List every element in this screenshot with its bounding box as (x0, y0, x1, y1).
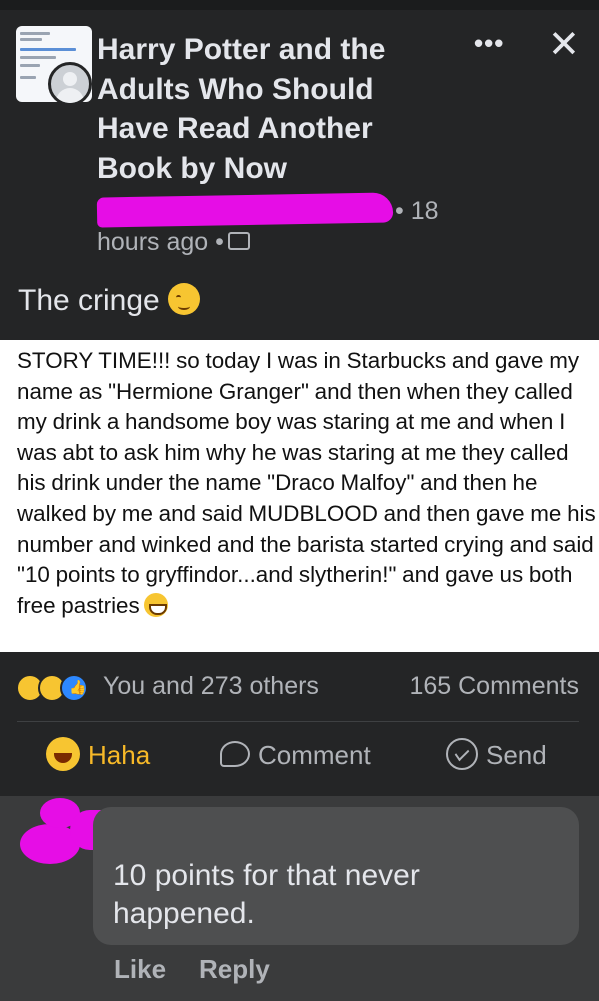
timestamp-text: hours ago • (97, 228, 224, 256)
comment-icon (220, 741, 250, 768)
post-meta: • 18 (96, 192, 577, 228)
divider (17, 721, 579, 722)
haha-label: Haha (88, 740, 151, 770)
comment-label: Comment (258, 740, 371, 770)
comment-count[interactable]: 165 Comments (409, 672, 579, 701)
timestamp[interactable]: hours ago • (97, 228, 250, 257)
comment-like-link[interactable]: Like (114, 954, 166, 985)
screenshot-text-content: STORY TIME!!! so today I was in Starbuck… (17, 348, 596, 618)
comment-button[interactable]: Comment (220, 740, 371, 780)
redaction-scribble (96, 192, 394, 228)
more-dots-icon[interactable]: ••• (474, 28, 504, 59)
comment-bubble[interactable]: 10 points for that never happened. (93, 807, 579, 945)
woozy-face-icon (167, 283, 200, 316)
comment-text: 10 points for that never happened. (113, 859, 420, 930)
post-text-content: The cringe (18, 284, 160, 317)
comments-section: 10 points for that never happened. Like … (0, 796, 599, 1001)
send-label: Send (486, 740, 547, 770)
comment-reply-link[interactable]: Reply (199, 954, 270, 985)
messenger-icon (446, 738, 478, 771)
haha-button[interactable]: Haha (46, 737, 151, 780)
avatar[interactable] (48, 62, 92, 106)
haha-icon (46, 737, 80, 772)
grinning-face-icon (143, 592, 168, 617)
send-button[interactable]: Send (446, 738, 547, 780)
status-strip (0, 0, 599, 10)
group-title[interactable]: Harry Potter and the Adults Who Should H… (97, 30, 427, 188)
group-members-icon (227, 232, 250, 251)
embedded-screenshot[interactable]: STORY TIME!!! so today I was in Starbuck… (0, 340, 599, 652)
timestamp-number: • 18 (395, 197, 439, 225)
close-icon[interactable]: ✕ (548, 26, 580, 64)
like-icon: 👍 (60, 674, 88, 702)
screenshot-text: STORY TIME!!! so today I was in Starbuck… (17, 346, 599, 621)
reaction-count[interactable]: You and 273 others (103, 672, 319, 701)
post-text: The cringe (18, 283, 200, 318)
